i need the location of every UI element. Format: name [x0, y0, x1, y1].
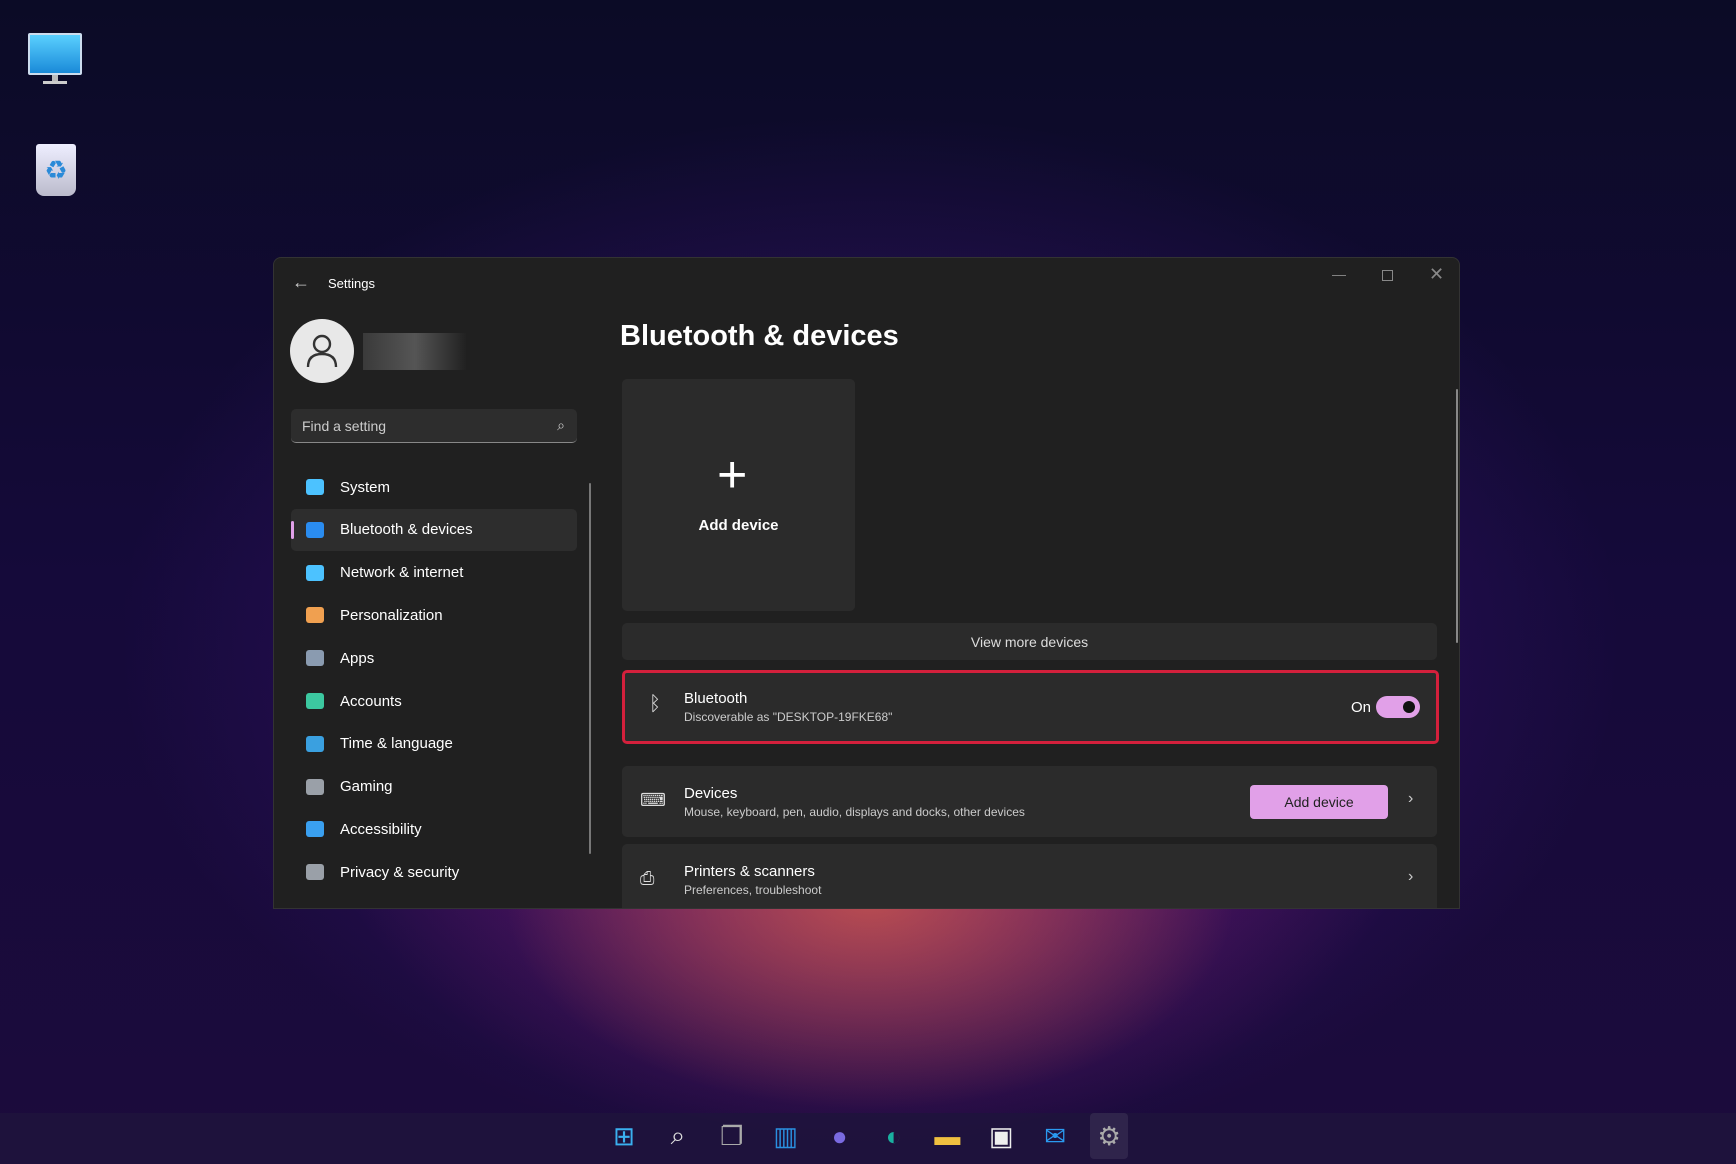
main-scrollbar[interactable]: [1456, 389, 1458, 643]
nav-icon: [306, 607, 324, 624]
sidebar-item-accounts[interactable]: Accounts: [291, 680, 577, 722]
recycle-bin-desktop-icon[interactable]: ♻: [28, 144, 84, 200]
maximize-button[interactable]: [1382, 270, 1393, 281]
chevron-right-icon: ›: [1408, 790, 1414, 807]
sidebar-item-privacy-security[interactable]: Privacy & security: [291, 851, 577, 893]
bluetooth-row: ᛒ Bluetooth Discoverable as "DESKTOP-19FK…: [622, 670, 1439, 744]
devices-subtitle: Mouse, keyboard, pen, audio, displays an…: [684, 805, 1025, 819]
widgets-icon[interactable]: ▥: [767, 1113, 805, 1159]
nav-icon: [306, 521, 324, 538]
sidebar-item-label: Gaming: [340, 778, 393, 796]
taskbar: [0, 1113, 1736, 1164]
printer-icon: ⎙: [640, 868, 655, 888]
nav-icon: [306, 479, 324, 495]
edge-icon[interactable]: ◐: [875, 1113, 913, 1159]
search-placeholder: Find a setting: [302, 417, 387, 434]
sidebar-item-label: Accessibility: [340, 820, 422, 838]
search-icon[interactable]: ⌕: [659, 1113, 697, 1159]
user-icon: [306, 334, 338, 368]
store-icon[interactable]: ▣: [982, 1113, 1020, 1159]
view-more-devices-button[interactable]: View more devices: [622, 623, 1437, 660]
start-icon[interactable]: ⊞: [605, 1113, 643, 1159]
sidebar-item-label: Personalization: [340, 606, 443, 624]
chevron-right-icon: ›: [1408, 868, 1414, 885]
nav-icon: [306, 821, 324, 838]
sidebar-item-gaming[interactable]: Gaming: [291, 766, 577, 808]
sidebar-item-label: Time & language: [340, 735, 453, 753]
bluetooth-toggle[interactable]: [1376, 696, 1420, 718]
user-name-blurred: [363, 333, 467, 370]
sidebar-item-label: System: [340, 478, 391, 496]
printers-title: Printers & scanners: [684, 863, 815, 880]
back-arrow-icon[interactable]: ←: [292, 272, 310, 293]
close-button[interactable]: ✕: [1429, 264, 1444, 285]
nav-icon: [306, 778, 324, 795]
mail-icon[interactable]: ✉: [1036, 1113, 1074, 1159]
search-input[interactable]: Find a setting ⌕: [291, 409, 577, 443]
sidebar-item-time-language[interactable]: Time & language: [291, 723, 577, 765]
sidebar-item-apps[interactable]: Apps: [291, 637, 577, 679]
sidebar-item-label: Accounts: [340, 692, 402, 710]
printers-scanners-row[interactable]: ⎙ Printers & scanners Preferences, troubl…: [622, 844, 1437, 908]
minimize-button[interactable]: —: [1332, 266, 1346, 282]
plus-icon: +: [717, 446, 748, 504]
sidebar-item-label: Apps: [340, 649, 375, 667]
sidebar-item-accessibility[interactable]: Accessibility: [291, 808, 577, 850]
bluetooth-state-label: On: [1351, 699, 1372, 716]
this-pc-desktop-icon[interactable]: [28, 33, 84, 89]
devices-icon: ⌨: [640, 790, 666, 810]
sidebar-item-network-internet[interactable]: Network & internet: [291, 552, 577, 594]
sidebar-item-label: Network & internet: [340, 564, 464, 582]
selection-indicator: [291, 520, 294, 539]
nav-icon: [306, 564, 324, 581]
bluetooth-title: Bluetooth: [684, 690, 748, 707]
nav-icon: [306, 650, 324, 667]
add-device-button[interactable]: Add device: [1250, 785, 1388, 819]
nav-icon: [306, 735, 324, 752]
nav-icon: [306, 864, 324, 881]
sidebar-item-system[interactable]: System: [291, 466, 577, 508]
avatar[interactable]: [290, 319, 354, 383]
sidebar-item-bluetooth-devices[interactable]: Bluetooth & devices: [291, 508, 577, 551]
settings-icon[interactable]: ⚙: [1090, 1113, 1129, 1159]
window-title: Settings: [328, 276, 375, 291]
chat-icon[interactable]: ●: [821, 1113, 859, 1159]
add-device-tile[interactable]: + Add device: [622, 379, 855, 611]
task-view-icon[interactable]: ❐: [713, 1113, 751, 1159]
page-title: Bluetooth & devices: [620, 320, 899, 352]
printers-subtitle: Preferences, troubleshoot: [684, 883, 822, 897]
add-device-tile-label: Add device: [698, 517, 779, 534]
file-explorer-icon[interactable]: ▬: [928, 1113, 966, 1159]
search-icon: ⌕: [557, 417, 565, 433]
nav-icon: [306, 693, 324, 709]
sidebar-item-personalization[interactable]: Personalization: [291, 594, 577, 636]
bluetooth-icon: ᛒ: [649, 693, 661, 715]
devices-row[interactable]: ⌨ Devices Mouse, keyboard, pen, audio, di…: [622, 766, 1437, 837]
devices-title: Devices: [684, 785, 738, 802]
bluetooth-subtitle: Discoverable as "DESKTOP-19FKE68": [684, 710, 893, 724]
settings-window: ← Settings — ✕ Find a setting ⌕ System Bl…: [273, 257, 1460, 909]
sidebar-item-label: Bluetooth & devices: [340, 521, 473, 539]
sidebar-item-label: Privacy & security: [340, 863, 460, 881]
nav-scrollbar[interactable]: [589, 483, 591, 854]
